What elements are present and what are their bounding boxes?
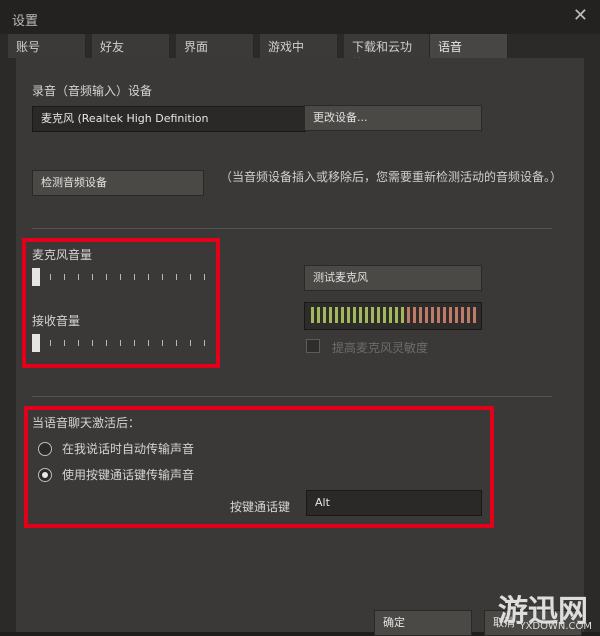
meter-bar	[407, 307, 410, 323]
meter-bar	[359, 307, 362, 323]
meter-bar	[371, 307, 374, 323]
meter-bar	[341, 307, 344, 323]
meter-bar	[425, 307, 428, 323]
window-title: 设置	[12, 14, 39, 29]
section-divider	[32, 228, 552, 229]
change-device-button[interactable]: 更改设备...	[304, 105, 482, 131]
meter-bar	[353, 307, 356, 323]
meter-bar	[395, 307, 398, 323]
ok-button[interactable]: 确定	[374, 610, 472, 636]
mic-level-meter	[304, 302, 482, 330]
settings-window: 设置 ✕ 账号 好友 界面 游戏中 下载和云功能 语音 录音（音频输入）设备 麦…	[0, 0, 600, 636]
meter-bar	[383, 307, 386, 323]
watermark-url: YXDOWN.COM	[519, 621, 592, 632]
voice-activation-highlight	[24, 406, 494, 528]
meter-bar	[467, 307, 470, 323]
meter-bar	[377, 307, 380, 323]
mic-settings-highlight	[22, 238, 220, 368]
tab-downloads-cloud[interactable]: 下载和云功能	[344, 34, 430, 71]
tab-friends[interactable]: 好友	[92, 34, 170, 58]
boost-mic-label: 提高麦克风灵敏度	[332, 341, 429, 355]
meter-bar	[317, 307, 320, 323]
meter-bar	[455, 307, 458, 323]
test-mic-button[interactable]: 测试麦克风	[304, 265, 482, 291]
meter-bar	[347, 307, 350, 323]
meter-bar	[473, 307, 476, 323]
tab-bar: 账号 好友 界面 游戏中 下载和云功能 语音	[8, 34, 598, 71]
detect-audio-note: （当音频设备插入或移除后，您需要重新检测活动的音频设备。）	[220, 170, 563, 184]
close-icon[interactable]: ✕	[573, 5, 588, 26]
tab-interface[interactable]: 界面	[176, 34, 254, 58]
title-bar: 设置 ✕	[0, 0, 600, 34]
meter-bar	[449, 307, 452, 323]
boost-mic-checkbox[interactable]	[306, 339, 320, 353]
meter-bar	[323, 307, 326, 323]
meter-bar	[437, 307, 440, 323]
meter-bar	[335, 307, 338, 323]
meter-bar	[461, 307, 464, 323]
recording-device-field: 麦克风 (Realtek High Definition	[32, 106, 306, 132]
meter-bar	[389, 307, 392, 323]
detect-audio-device-button[interactable]: 检测音频设备	[32, 170, 204, 196]
section-divider	[32, 396, 552, 397]
meter-bar	[401, 307, 404, 323]
meter-bar	[413, 307, 416, 323]
recording-device-label: 录音（音频输入）设备	[32, 84, 153, 98]
meter-bar	[365, 307, 368, 323]
tab-account[interactable]: 账号	[8, 34, 86, 58]
meter-bar	[443, 307, 446, 323]
tab-voice[interactable]: 语音	[430, 34, 508, 58]
meter-bar	[431, 307, 434, 323]
meter-bar	[311, 307, 314, 323]
tab-in-game[interactable]: 游戏中	[260, 34, 338, 58]
meter-bar	[419, 307, 422, 323]
meter-bar	[329, 307, 332, 323]
